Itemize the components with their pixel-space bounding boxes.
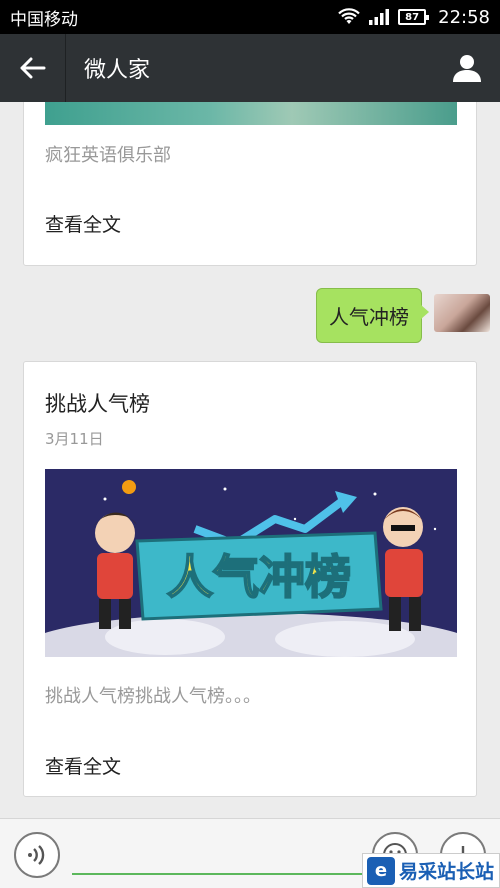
battery-level: 87 (405, 11, 420, 23)
avatar[interactable] (434, 294, 490, 332)
voice-icon (28, 845, 45, 865)
clock: 22:58 (438, 6, 490, 28)
article-cover-image (45, 102, 457, 125)
carrier-name: 中国移动 (10, 9, 78, 30)
status-bar: 中国移动 87 22:58 (0, 0, 500, 34)
read-more-link[interactable]: 查看全文 (45, 752, 121, 779)
article-date: 3月11日 (45, 430, 104, 448)
message-list[interactable]: 疯狂英语俱乐部 查看全文 人气冲榜 挑战人气榜 3月11日 人气冲榜 挑战人气榜… (0, 102, 500, 818)
article-cover-image: 人气冲榜 (45, 469, 457, 657)
cover-text: 人气冲榜 (167, 550, 351, 604)
article-card[interactable]: 挑战人气榜 3月11日 人气冲榜 挑战人气榜挑战人气榜。。。 查看全文 (23, 361, 477, 797)
outgoing-message: 人气冲榜 (316, 288, 490, 343)
site-watermark: e 易采站长站 (362, 853, 500, 888)
read-more-link[interactable]: 查看全文 (45, 210, 121, 237)
status-icons: 87 22:58 (338, 7, 490, 28)
article-card[interactable]: 疯狂英语俱乐部 查看全文 (23, 102, 477, 266)
title-bar: 微人家 (0, 34, 500, 102)
voice-button[interactable] (14, 832, 60, 878)
article-summary: 疯狂英语俱乐部 (45, 145, 171, 166)
watermark-text: 易采站长站 (399, 861, 495, 883)
chat-title: 微人家 (84, 58, 151, 83)
profile-button[interactable] (434, 34, 500, 102)
article-summary: 挑战人气榜挑战人气榜。。。 (45, 686, 261, 707)
message-input[interactable] (72, 839, 362, 875)
battery-icon: 87 (398, 9, 430, 25)
person-icon (453, 55, 481, 82)
arrow-left-icon (20, 57, 45, 79)
cover-illustration: 人气冲榜 (45, 469, 457, 657)
signal-icon (369, 9, 390, 25)
article-title: 挑战人气榜 (45, 392, 150, 416)
back-button[interactable] (0, 34, 66, 102)
watermark-logo: e (367, 856, 395, 885)
wifi-icon (338, 8, 360, 24)
message-bubble[interactable]: 人气冲榜 (316, 288, 429, 343)
